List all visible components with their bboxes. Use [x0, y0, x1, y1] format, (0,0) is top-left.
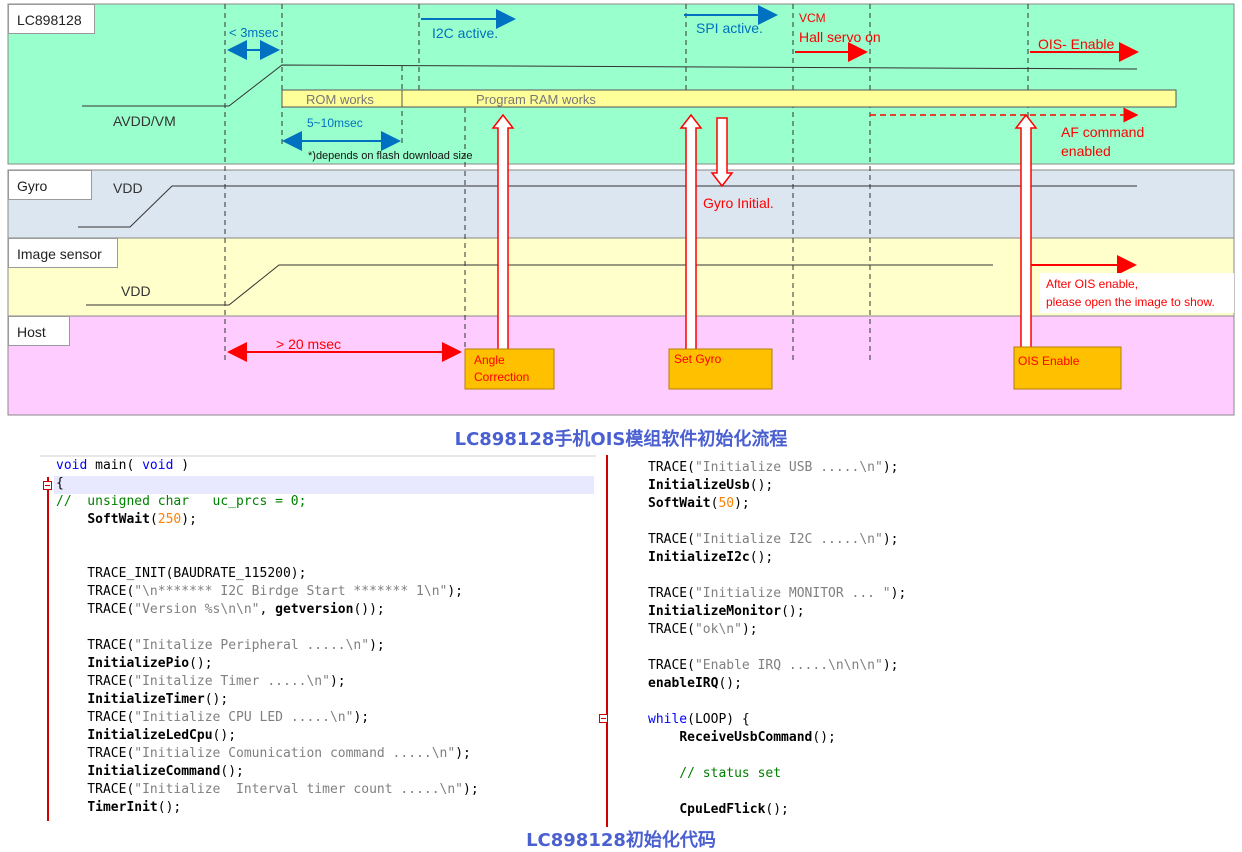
code-line: TRACE("Initalize Peripheral .....\n"); [56, 638, 385, 653]
code-line: SoftWait(50); [648, 496, 750, 511]
code-caption: LC898128初始化代码 [526, 830, 716, 851]
code-line: InitializeI2c(); [648, 550, 774, 565]
flash-note: *)depends on flash download size [308, 150, 473, 162]
code-pane-right: TRACE("Initialize USB .....\n"); Initiali… [598, 455, 1156, 827]
rom-works-label: ROM works [306, 92, 374, 107]
code-line: TRACE("Version %s\n\n", getversion()); [56, 602, 385, 617]
code-line: TRACE("ok\n"); [648, 622, 758, 637]
code-line: InitializeTimer(); [87, 692, 229, 707]
gyro-vdd-label: VDD [113, 180, 143, 196]
fold-line-left [47, 477, 49, 821]
code-left-block: void main( void ) { // unsigned char uc_pr… [56, 457, 479, 817]
code-line: InitializeUsb(); [648, 478, 774, 493]
code-line: TRACE("\n******* I2C Birdge Start ******… [56, 584, 464, 599]
lane-label-gyro: Gyro [8, 170, 92, 200]
code-line: void main( void ) [56, 458, 190, 473]
code-line: InitializeCommand(); [87, 764, 244, 779]
code-line: TRACE("Initialize I2C .....\n"); [648, 532, 899, 547]
code-line: CpuLedFlick(); [679, 802, 789, 817]
correction-label: Correction [474, 370, 530, 384]
vcm-label: VCM [799, 11, 826, 25]
after-ois-line1: After OIS enable, [1046, 277, 1139, 291]
lane-lc-bg [7, 3, 1235, 165]
code-line: InitializeLedCpu(); [87, 728, 237, 743]
lane-gyro-bg [7, 169, 1235, 239]
code-line: while(LOOP) { [648, 712, 750, 727]
set-gyro-label: Set Gyro [674, 352, 722, 366]
code-line: TRACE("Initialize Comunication command .… [56, 746, 471, 761]
code-line: InitializePio(); [87, 656, 213, 671]
af-enabled-label: enabled [1061, 143, 1111, 159]
fold-toggle-main[interactable] [43, 481, 52, 490]
code-line: TRACE("Enable IRQ .....\n\n\n"); [648, 658, 899, 673]
code-line: TRACE_INIT(BAUDRATE_115200); [56, 566, 307, 581]
code-line: TRACE("Initalize Timer .....\n"); [56, 674, 346, 689]
gyro-initial-label: Gyro Initial. [703, 195, 774, 211]
angle-label: Angle [474, 353, 505, 367]
af-command-label: AF command [1061, 124, 1145, 140]
hall-servo-label: Hall servo on [799, 29, 881, 45]
timing-diagram: LC898128 Gyro Image sensor Host < 3msec … [0, 0, 1242, 420]
fold-toggle-while[interactable] [599, 714, 608, 723]
code-line: TRACE("Initialize MONITOR ... "); [648, 586, 907, 601]
code-line: ReceiveUsbCommand(); [679, 730, 836, 745]
code-line: enableIRQ(); [648, 676, 742, 691]
code-line: SoftWait(250); [87, 512, 197, 527]
avdd-label: AVDD/VM [113, 113, 176, 129]
ms5-10-label: 5~10msec [307, 116, 363, 130]
lane-label-lc: LC898128 [8, 4, 95, 34]
code-line: TRACE("Initialize Interval timer count .… [56, 782, 479, 797]
code-line: TimerInit(); [87, 800, 182, 815]
spi-label: SPI active. [696, 20, 763, 36]
program-ram-label: Program RAM works [476, 92, 596, 107]
gt20-label: > 20 msec [276, 336, 341, 352]
i2c-label: I2C active. [432, 25, 499, 41]
code-pane-left: void main( void ) { // unsigned char uc_pr… [40, 455, 596, 821]
ois-enable-box-label: OIS Enable [1018, 354, 1080, 368]
is-vdd-label: VDD [121, 283, 151, 299]
code-line: { [56, 476, 64, 491]
lane-label-image-sensor: Image sensor [8, 238, 118, 268]
after-ois-line2: please open the image to show. [1046, 295, 1215, 309]
code-line: // status set [648, 766, 782, 781]
lane-label-host: Host [8, 316, 70, 346]
lt3-label: < 3msec [229, 25, 279, 40]
code-line: // unsigned char uc_prcs = 0; [56, 494, 307, 509]
after-ois-note: After OIS enable, please open the image … [1040, 273, 1234, 313]
code-line: InitializeMonitor(); [648, 604, 805, 619]
fold-line-right [606, 455, 608, 827]
code-line: TRACE("Initialize CPU LED .....\n"); [56, 710, 370, 725]
code-line: TRACE("Initialize USB .....\n"); [648, 460, 899, 475]
code-right-block: TRACE("Initialize USB .....\n"); Initiali… [648, 459, 906, 819]
ois-enable-top-label: OIS- Enable [1038, 36, 1115, 52]
flow-caption: LC898128手机OIS模组软件初始化流程 [454, 429, 788, 450]
